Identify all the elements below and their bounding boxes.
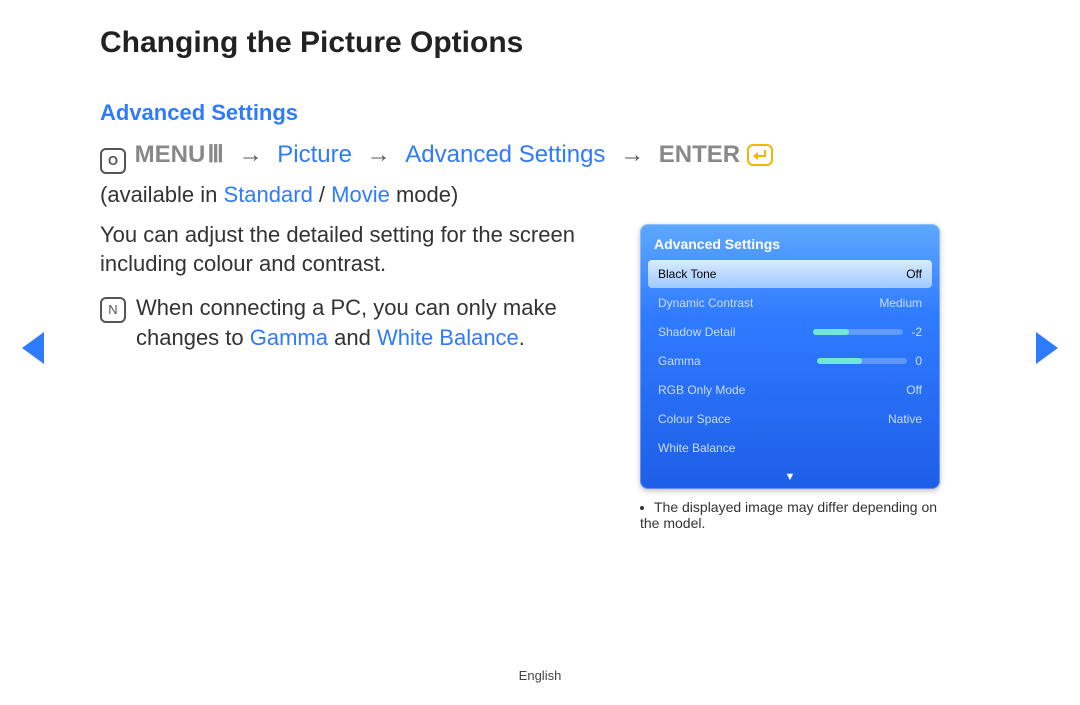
note-text: When connecting a PC, you can only make … (136, 293, 620, 352)
row-label: RGB Only Mode (658, 383, 906, 397)
panel-row[interactable]: Colour SpaceNative (648, 405, 932, 433)
panel-title: Advanced Settings (640, 224, 940, 260)
row-value: 0 (915, 354, 922, 368)
panel-row[interactable]: Black ToneOff (648, 260, 932, 288)
note-white-balance: White Balance (377, 325, 519, 350)
row-value: -2 (911, 325, 922, 339)
available-modes: (available in Standard / Movie mode) (100, 182, 980, 208)
panel-row[interactable]: Dynamic ContrastMedium (648, 289, 932, 317)
page-title: Changing the Picture Options (100, 26, 980, 60)
nav-advanced-settings: Advanced Settings (405, 141, 605, 168)
o-icon: O (100, 148, 126, 174)
panel-row[interactable]: Shadow Detail -2 (648, 318, 932, 346)
avail-sep: / (313, 182, 331, 207)
row-label: Dynamic Contrast (658, 296, 879, 310)
caption-text: The displayed image may differ depending… (640, 499, 937, 531)
avail-prefix: available in (107, 182, 223, 207)
footer-language: English (0, 668, 1080, 683)
row-label: Colour Space (658, 412, 888, 426)
row-label: Black Tone (658, 267, 906, 281)
row-label: White Balance (658, 441, 922, 455)
prev-page-button[interactable] (22, 332, 44, 364)
panel-row[interactable]: RGB Only ModeOff (648, 376, 932, 404)
row-value: Off (906, 383, 922, 397)
panel-row[interactable]: Gamma 0 (648, 347, 932, 375)
menu-icon: Ⅲ (207, 141, 222, 168)
slider[interactable] (817, 358, 907, 364)
row-label: Gamma (658, 354, 809, 368)
avail-standard: Standard (224, 182, 313, 207)
panel-caption: The displayed image may differ depending… (640, 499, 940, 531)
bullet-icon (640, 506, 644, 510)
menu-label: MENU (135, 141, 206, 168)
row-label: Shadow Detail (658, 325, 805, 339)
nav-arrow-3: → (612, 141, 652, 168)
section-heading: Advanced Settings (100, 100, 980, 126)
body-paragraph: You can adjust the detailed setting for … (100, 220, 620, 279)
next-page-button[interactable] (1036, 332, 1058, 364)
avail-suffix: mode) (390, 182, 458, 207)
row-value: Medium (879, 296, 922, 310)
panel-row[interactable]: White Balance (648, 434, 932, 462)
breadcrumb: O MENUⅢ → Picture → Advanced Settings → … (100, 140, 980, 174)
chevron-left-icon (22, 332, 44, 364)
enter-label: ENTER (659, 141, 740, 168)
slider[interactable] (813, 329, 903, 335)
settings-panel: Advanced Settings Black ToneOffDynamic C… (640, 224, 940, 489)
note-and: and (328, 325, 377, 350)
nav-arrow-2: → (359, 141, 399, 168)
nav-arrow-1: → (231, 141, 271, 168)
row-value: Off (906, 267, 922, 281)
row-value: Native (888, 412, 922, 426)
note-icon: N (100, 297, 126, 323)
enter-icon (747, 144, 773, 173)
scroll-down-icon[interactable]: ▼ (640, 471, 940, 489)
nav-picture: Picture (277, 141, 352, 168)
note-gamma: Gamma (250, 325, 328, 350)
note-end: . (519, 325, 525, 350)
avail-movie: Movie (331, 182, 390, 207)
chevron-right-icon (1036, 332, 1058, 364)
